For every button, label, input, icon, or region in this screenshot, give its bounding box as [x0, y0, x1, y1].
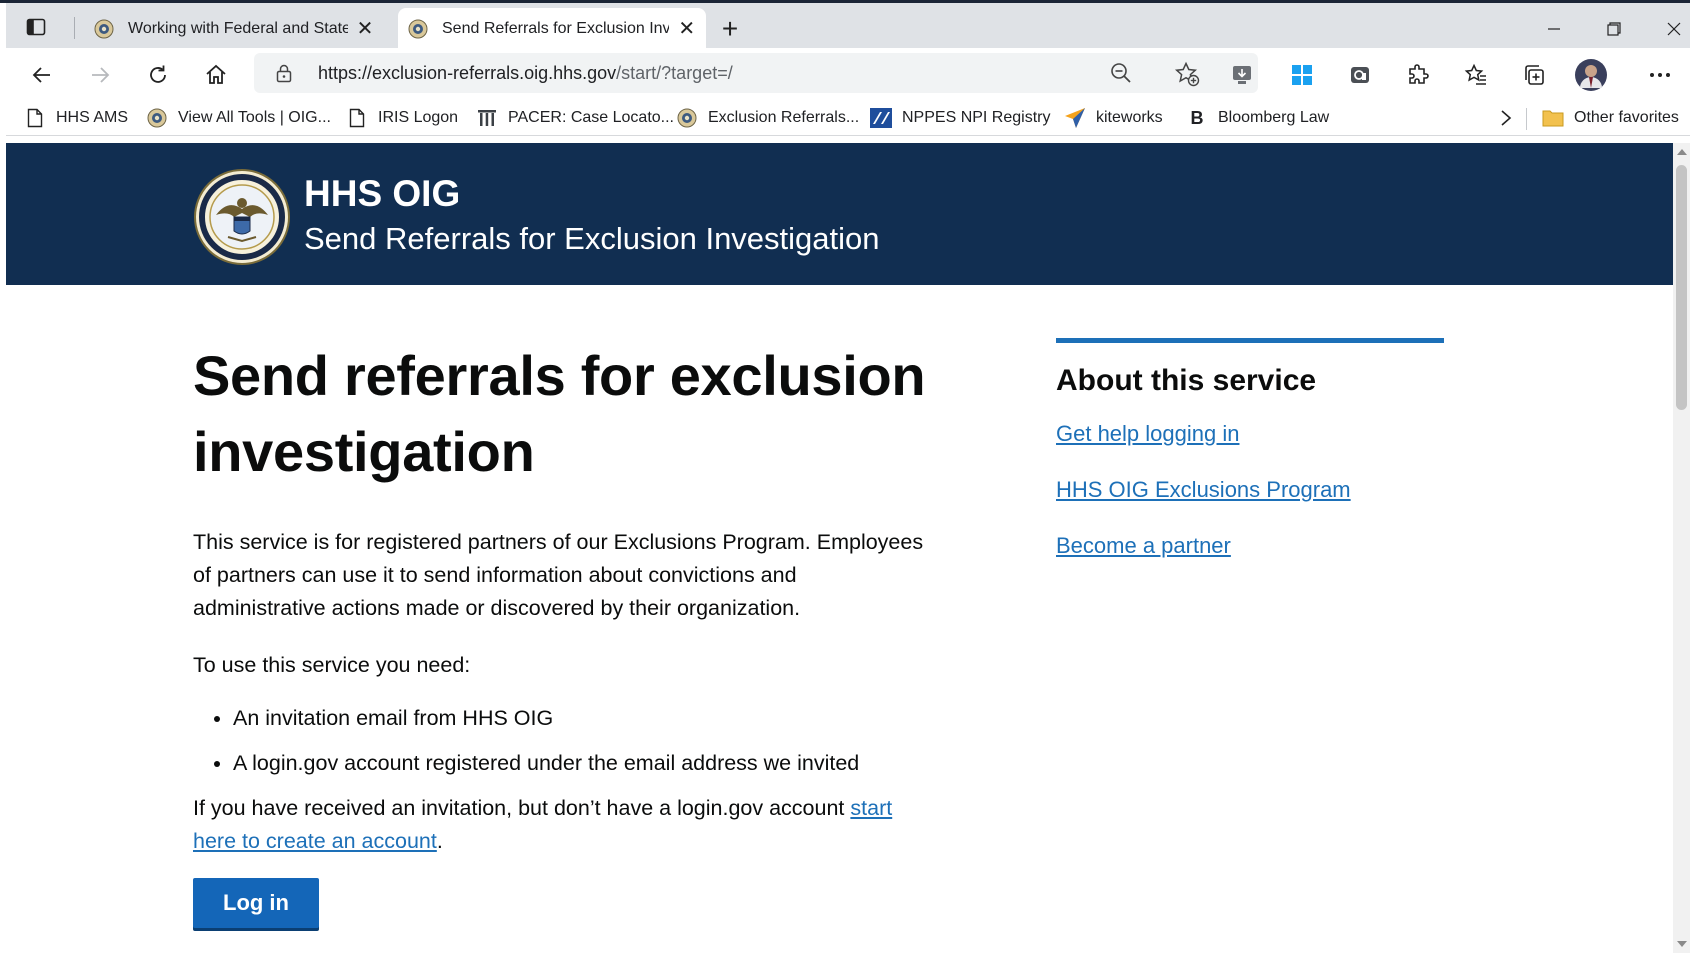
requirements-list: An invitation email from HHS OIG A login… [193, 702, 933, 780]
forward-icon[interactable] [86, 61, 114, 89]
tab-federal-state[interactable]: Working with Federal and State P ✕ [84, 8, 384, 49]
favorite-hhs-ams[interactable]: HHS AMS [24, 106, 128, 130]
close-icon[interactable]: ✕ [677, 18, 696, 40]
minimize-icon[interactable] [1542, 17, 1566, 41]
favorites-icon[interactable] [1462, 61, 1490, 89]
new-tab-icon[interactable]: + [718, 13, 742, 44]
tab-title: Send Referrals for Exclusion Inve [442, 19, 670, 37]
seal-icon [146, 107, 168, 129]
seal-icon [408, 19, 428, 38]
add-favorite-icon[interactable] [1174, 61, 1200, 87]
seal-icon [94, 19, 114, 38]
site-title[interactable]: HHS OIG [304, 173, 460, 215]
favorite-exclusion-referrals[interactable]: Exclusion Referrals... [676, 106, 859, 130]
page-scrollbar[interactable] [1673, 143, 1690, 953]
about-service-panel: About this service Get help logging in H… [1056, 338, 1444, 587]
page-icon [24, 107, 46, 129]
url-text[interactable]: https://exclusion-referrals.oig.hhs.gov/… [318, 63, 733, 84]
favorites-separator [1526, 108, 1527, 130]
back-icon[interactable] [28, 61, 56, 89]
invitation-text: If you have received an invitation, but … [193, 796, 851, 820]
about-links: Get help logging in HHS OIG Exclusions P… [1056, 419, 1444, 561]
scroll-down-arrow-icon[interactable] [1677, 941, 1687, 947]
kite-icon [1064, 107, 1086, 129]
page-icon [346, 107, 368, 129]
favorite-iris-logon[interactable]: IRIS Logon [346, 106, 458, 130]
favorite-view-all-tools[interactable]: View All Tools | OIG... [146, 106, 331, 130]
tab-title: Working with Federal and State P [128, 19, 349, 37]
favorite-nppes[interactable]: NPPES NPI Registry [870, 106, 1050, 130]
collections-icon[interactable] [1520, 61, 1548, 89]
main-content: Send referrals for exclusion investigati… [193, 338, 933, 928]
close-icon[interactable]: ✕ [356, 18, 374, 40]
list-item: A login.gov account registered under the… [233, 747, 933, 780]
favorite-other-favorites[interactable]: Other favorites [1542, 106, 1679, 130]
about-heading: About this service [1056, 364, 1317, 397]
home-icon[interactable] [202, 61, 230, 89]
tab-strip: Working with Federal and State P ✕ Send … [6, 3, 1690, 49]
help-logging-in-link[interactable]: Get help logging in [1056, 421, 1239, 446]
page-title: Send referrals for exclusion investigati… [193, 344, 926, 483]
url-host: https://exclusion-referrals.oig.hhs.gov [318, 63, 617, 83]
chevron-right-icon[interactable] [1500, 106, 1512, 130]
log-in-button[interactable]: Log in [193, 878, 319, 928]
exclusions-program-link[interactable]: HHS OIG Exclusions Program [1056, 477, 1351, 502]
invitation-end: . [436, 829, 443, 853]
zoom-out-icon[interactable] [1109, 61, 1133, 85]
oig-seal-logo[interactable] [194, 169, 290, 265]
scroll-up-arrow-icon[interactable] [1677, 149, 1687, 155]
profile-avatar[interactable] [1574, 58, 1608, 92]
extensions-icon[interactable] [1404, 61, 1432, 89]
url-path: /start/?target=/ [616, 63, 733, 83]
windows-icon[interactable] [1288, 61, 1316, 89]
requirements-label: To use this service you need: [193, 653, 471, 677]
refresh-icon[interactable] [144, 61, 172, 89]
list-item: An invitation email from HHS OIG [233, 702, 933, 735]
more-options-icon[interactable] [1646, 61, 1674, 89]
become-partner-link[interactable]: Become a partner [1056, 533, 1231, 558]
restore-icon[interactable] [1602, 17, 1626, 41]
tab-actions-icon[interactable] [24, 15, 48, 39]
site-header: HHS OIG Send Referrals for Exclusion Inv… [6, 143, 1673, 285]
lock-icon[interactable] [274, 63, 294, 83]
favorites-bar: HHS AMS View All Tools | OIG... IRIS Log… [6, 100, 1690, 136]
address-bar[interactable]: https://exclusion-referrals.oig.hhs.gov/… [254, 53, 1258, 93]
favorite-kiteworks[interactable]: kiteworks [1064, 106, 1163, 130]
columns-icon [476, 107, 498, 129]
favorite-bloomberg-law[interactable]: B Bloomberg Law [1186, 106, 1330, 130]
extension-download-icon[interactable] [1228, 61, 1256, 89]
favorite-pacer[interactable]: PACER: Case Locato... [476, 106, 674, 130]
intro-paragraph: This service is for registered partners … [193, 530, 924, 620]
cms-icon [870, 107, 892, 129]
b-icon: B [1190, 107, 1204, 128]
window-close-icon[interactable] [1662, 17, 1686, 41]
tab-send-referrals[interactable]: Send Referrals for Exclusion Inve ✕ [398, 8, 706, 49]
seal-icon [676, 107, 698, 129]
browser-toolbar: https://exclusion-referrals.oig.hhs.gov/… [6, 48, 1690, 100]
invitation-paragraph: If you have received an invitation, but … [193, 792, 933, 858]
site-subtitle: Send Referrals for Exclusion Investigati… [304, 221, 880, 256]
tab-separator [74, 17, 75, 39]
scroll-thumb[interactable] [1676, 165, 1687, 410]
folder-icon [1542, 107, 1564, 129]
web-capture-icon[interactable] [1346, 61, 1374, 89]
